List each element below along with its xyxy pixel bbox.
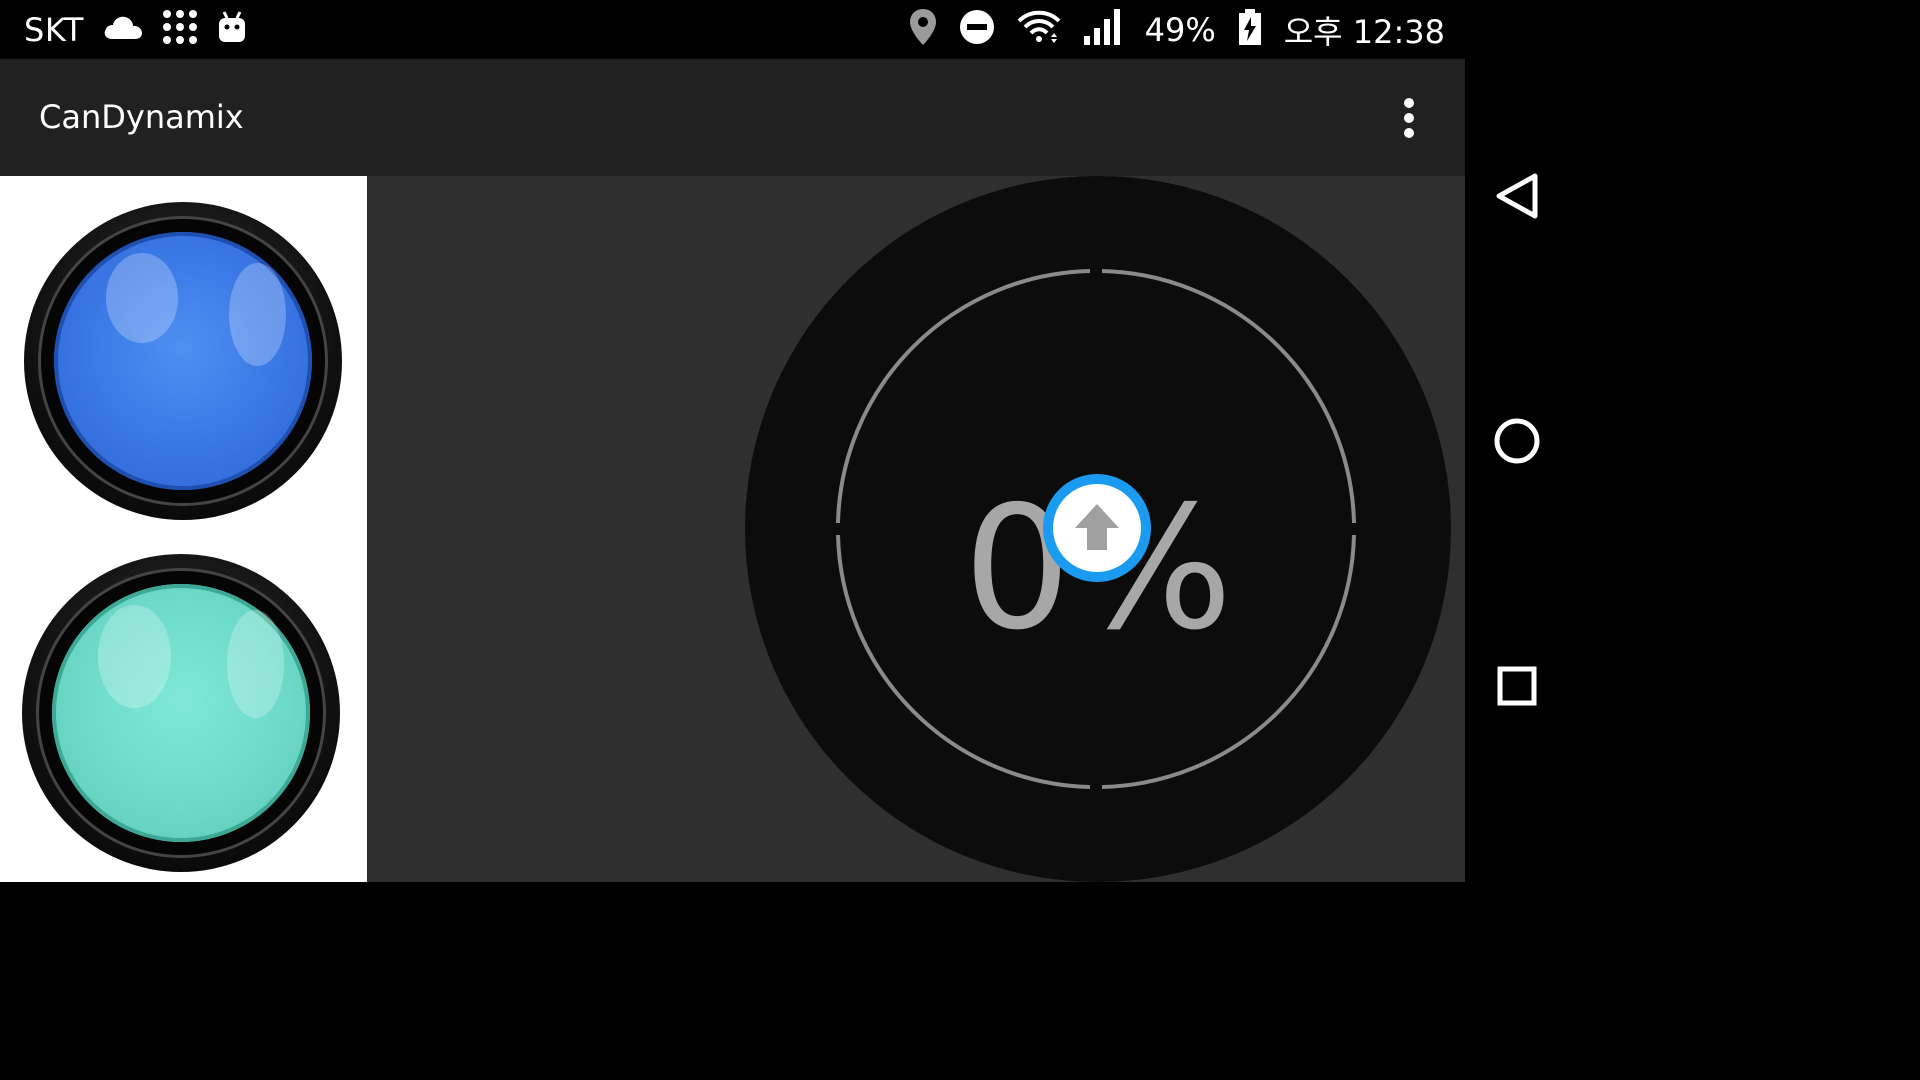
apps-grid-icon [162, 9, 198, 50]
signal-icon [1083, 8, 1123, 51]
android-icon [216, 10, 248, 49]
battery-charging-icon [1238, 8, 1262, 51]
cloud-icon [102, 13, 144, 46]
main-area: 0% [367, 176, 1465, 882]
gauge-knob[interactable] [1043, 474, 1151, 582]
status-bar: SKT 49% 오후 12:38 [0, 0, 1465, 59]
clock: 오후 12:38 [1283, 12, 1445, 51]
back-icon[interactable] [1487, 166, 1547, 226]
teal-button[interactable] [22, 554, 340, 872]
status-bar-left: SKT [24, 0, 248, 59]
app-bar: CanDynamix [0, 59, 1465, 176]
wifi-icon [1017, 9, 1061, 50]
app-title: CanDynamix [39, 98, 244, 136]
navigation-bar [1465, 0, 1568, 882]
location-icon [909, 8, 937, 51]
home-icon[interactable] [1487, 411, 1547, 471]
button-panel [0, 176, 367, 882]
recents-icon[interactable] [1487, 656, 1547, 716]
more-vert-icon[interactable] [1389, 95, 1429, 141]
arrow-up-icon [1075, 504, 1119, 550]
blue-button[interactable] [24, 202, 342, 520]
do-not-disturb-icon [959, 9, 995, 50]
battery-percent: 49% [1144, 10, 1216, 49]
status-bar-right: 49% 오후 12:38 [909, 0, 1445, 59]
carrier-label: SKT [24, 10, 84, 49]
